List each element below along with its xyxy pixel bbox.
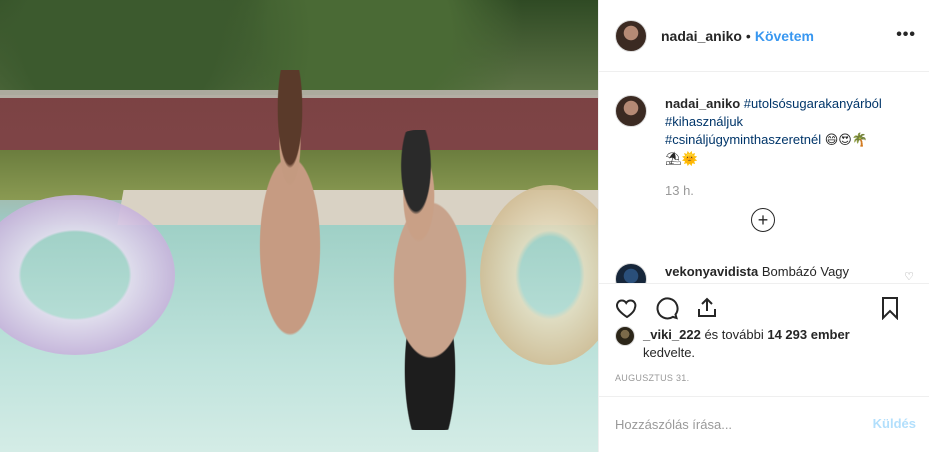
caption-text: nadai_aniko #utolsósugarakanyárból #kiha… bbox=[665, 95, 910, 169]
comments-list[interactable]: nadai_aniko #utolsósugarakanyárból #kiha… bbox=[599, 73, 929, 283]
liker-username[interactable]: _viki_222 bbox=[643, 327, 701, 342]
comment-item: vekonyavidista Bombázó Vagy bbox=[615, 263, 849, 283]
post-caption: nadai_aniko #utolsósugarakanyárból #kiha… bbox=[615, 95, 915, 169]
hashtag-link[interactable]: #utolsósugarakanyárból bbox=[744, 96, 882, 111]
commenter-avatar[interactable] bbox=[615, 263, 647, 283]
likes-text: _viki_222 és további 14 293 ember kedvel… bbox=[643, 326, 850, 362]
caption-username[interactable]: nadai_aniko bbox=[665, 96, 740, 111]
comment-icon[interactable] bbox=[655, 296, 679, 320]
caption-avatar[interactable] bbox=[615, 95, 647, 127]
likes-text-middle: és további bbox=[700, 327, 768, 342]
commenter-username[interactable]: vekonyavidista bbox=[665, 264, 758, 279]
caption-emojis: 😄😍🌴 bbox=[824, 133, 869, 148]
heart-icon[interactable] bbox=[615, 296, 639, 320]
hashtag-link[interactable]: #kihasználjuk bbox=[665, 113, 910, 131]
author-username[interactable]: nadai_aniko bbox=[661, 28, 742, 44]
bookmark-icon[interactable] bbox=[878, 296, 902, 321]
hashtag-link[interactable]: #csináljúgyminthaszeretnél bbox=[665, 132, 821, 147]
more-options-icon[interactable]: ••• bbox=[896, 26, 916, 44]
post-header: nadai_aniko • Követem ••• bbox=[599, 0, 929, 72]
likes-summary: _viki_222 és további 14 293 ember kedvel… bbox=[615, 326, 915, 362]
photo-person-man bbox=[360, 130, 500, 430]
comment-text: vekonyavidista Bombázó Vagy bbox=[665, 263, 849, 283]
post-side-panel: nadai_aniko • Követem ••• nadai_aniko #u… bbox=[598, 0, 929, 452]
liker-avatar[interactable] bbox=[615, 326, 635, 346]
likes-count[interactable]: 14 293 ember bbox=[767, 327, 849, 342]
follow-button[interactable]: Követem bbox=[755, 28, 814, 44]
comment-input[interactable] bbox=[615, 417, 855, 432]
comment-like-icon[interactable]: ♡ bbox=[904, 270, 914, 283]
caption-emojis: ⛱🌞 bbox=[665, 152, 698, 167]
add-comment-box: Küldés bbox=[599, 396, 929, 452]
instagram-post: nadai_aniko • Követem ••• nadai_aniko #u… bbox=[0, 0, 929, 452]
post-comment-button[interactable]: Küldés bbox=[873, 416, 916, 431]
load-more-glyph: + bbox=[757, 210, 769, 230]
likes-text-end: kedvelte. bbox=[643, 345, 696, 360]
header-separator: • bbox=[745, 27, 751, 44]
share-icon[interactable] bbox=[695, 296, 719, 320]
caption-timestamp: 13 h. bbox=[665, 183, 694, 198]
post-date: AUGUSZTUS 31. bbox=[615, 373, 690, 383]
plus-circle-icon[interactable]: + bbox=[751, 208, 775, 232]
action-bar bbox=[599, 283, 929, 331]
author-avatar[interactable] bbox=[615, 19, 647, 52]
photo-person-woman bbox=[230, 70, 350, 390]
comment-body: Bombázó Vagy bbox=[761, 264, 850, 279]
post-photo[interactable] bbox=[0, 0, 598, 452]
